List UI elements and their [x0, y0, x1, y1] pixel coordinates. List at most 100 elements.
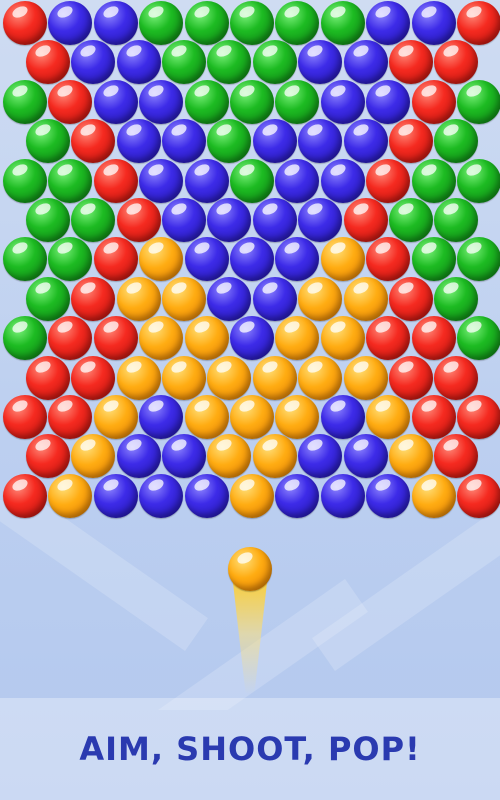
blue-bubble[interactable] — [230, 237, 274, 282]
orange-bubble[interactable] — [116, 276, 161, 321]
red-bubble[interactable] — [25, 40, 70, 85]
blue-bubble[interactable] — [252, 119, 297, 164]
blue-bubble[interactable] — [275, 473, 320, 518]
blue-bubble[interactable] — [252, 276, 297, 321]
green-bubble[interactable] — [411, 237, 456, 282]
orange-bubble[interactable] — [161, 276, 206, 321]
red-bubble[interactable] — [434, 434, 479, 479]
blue-bubble[interactable] — [71, 40, 116, 85]
green-bubble[interactable] — [230, 158, 274, 203]
green-bubble[interactable] — [48, 237, 93, 282]
green-bubble[interactable] — [230, 1, 274, 45]
blue-bubble[interactable] — [116, 434, 161, 479]
blue-bubble[interactable] — [320, 395, 365, 439]
orange-bubble[interactable] — [184, 316, 229, 361]
red-bubble[interactable] — [3, 1, 47, 45]
green-bubble[interactable] — [275, 79, 320, 124]
green-bubble[interactable] — [139, 1, 184, 45]
blue-bubble[interactable] — [139, 473, 184, 518]
blue-bubble[interactable] — [411, 1, 456, 45]
orange-bubble[interactable] — [230, 395, 274, 439]
green-bubble[interactable] — [252, 40, 297, 85]
blue-bubble[interactable] — [275, 237, 320, 282]
blue-bubble[interactable] — [366, 473, 411, 518]
blue-bubble[interactable] — [230, 316, 274, 361]
blue-bubble[interactable] — [116, 40, 161, 85]
red-bubble[interactable] — [48, 79, 93, 124]
green-bubble[interactable] — [3, 79, 47, 124]
orange-bubble[interactable] — [207, 434, 252, 479]
green-bubble[interactable] — [25, 198, 70, 242]
red-bubble[interactable] — [366, 237, 411, 282]
orange-bubble[interactable] — [252, 355, 297, 400]
green-bubble[interactable] — [184, 79, 229, 124]
blue-bubble[interactable] — [207, 198, 252, 242]
green-bubble[interactable] — [275, 1, 320, 45]
blue-bubble[interactable] — [343, 40, 388, 85]
blue-bubble[interactable] — [366, 79, 411, 124]
blue-bubble[interactable] — [116, 119, 161, 164]
red-bubble[interactable] — [434, 355, 479, 400]
green-bubble[interactable] — [207, 40, 252, 85]
green-bubble[interactable] — [434, 119, 479, 164]
red-bubble[interactable] — [93, 237, 138, 282]
green-bubble[interactable] — [457, 79, 500, 124]
green-bubble[interactable] — [230, 79, 274, 124]
green-bubble[interactable] — [320, 1, 365, 45]
green-bubble[interactable] — [457, 158, 500, 203]
red-bubble[interactable] — [411, 316, 456, 361]
red-bubble[interactable] — [388, 355, 433, 400]
orange-bubble[interactable] — [71, 434, 116, 479]
green-bubble[interactable] — [25, 276, 70, 321]
blue-bubble[interactable] — [207, 276, 252, 321]
red-bubble[interactable] — [411, 79, 456, 124]
blue-bubble[interactable] — [252, 198, 297, 242]
blue-bubble[interactable] — [343, 119, 388, 164]
shooter-bubble[interactable] — [228, 547, 272, 591]
red-bubble[interactable] — [48, 395, 93, 439]
orange-bubble[interactable] — [230, 473, 274, 518]
orange-bubble[interactable] — [139, 237, 184, 282]
blue-bubble[interactable] — [366, 1, 411, 45]
red-bubble[interactable] — [343, 198, 388, 242]
red-bubble[interactable] — [71, 119, 116, 164]
red-bubble[interactable] — [388, 276, 433, 321]
green-bubble[interactable] — [388, 198, 433, 242]
orange-bubble[interactable] — [298, 276, 343, 321]
green-bubble[interactable] — [457, 316, 500, 361]
orange-bubble[interactable] — [252, 434, 297, 479]
orange-bubble[interactable] — [275, 395, 320, 439]
orange-bubble[interactable] — [275, 316, 320, 361]
orange-bubble[interactable] — [298, 355, 343, 400]
green-bubble[interactable] — [25, 119, 70, 164]
red-bubble[interactable] — [71, 355, 116, 400]
blue-bubble[interactable] — [184, 473, 229, 518]
green-bubble[interactable] — [48, 158, 93, 203]
bubble-grid[interactable] — [0, 0, 500, 520]
blue-bubble[interactable] — [139, 395, 184, 439]
blue-bubble[interactable] — [320, 473, 365, 518]
orange-bubble[interactable] — [343, 276, 388, 321]
red-bubble[interactable] — [48, 316, 93, 361]
red-bubble[interactable] — [25, 355, 70, 400]
orange-bubble[interactable] — [161, 355, 206, 400]
blue-bubble[interactable] — [320, 79, 365, 124]
red-bubble[interactable] — [457, 1, 500, 45]
orange-bubble[interactable] — [116, 355, 161, 400]
blue-bubble[interactable] — [184, 158, 229, 203]
orange-bubble[interactable] — [139, 316, 184, 361]
green-bubble[interactable] — [411, 158, 456, 203]
blue-bubble[interactable] — [275, 158, 320, 203]
blue-bubble[interactable] — [184, 237, 229, 282]
red-bubble[interactable] — [93, 316, 138, 361]
green-bubble[interactable] — [434, 198, 479, 242]
red-bubble[interactable] — [411, 395, 456, 439]
red-bubble[interactable] — [93, 158, 138, 203]
blue-bubble[interactable] — [298, 119, 343, 164]
orange-bubble[interactable] — [207, 355, 252, 400]
blue-bubble[interactable] — [139, 158, 184, 203]
orange-bubble[interactable] — [320, 237, 365, 282]
orange-bubble[interactable] — [93, 395, 138, 439]
red-bubble[interactable] — [71, 276, 116, 321]
red-bubble[interactable] — [116, 198, 161, 242]
